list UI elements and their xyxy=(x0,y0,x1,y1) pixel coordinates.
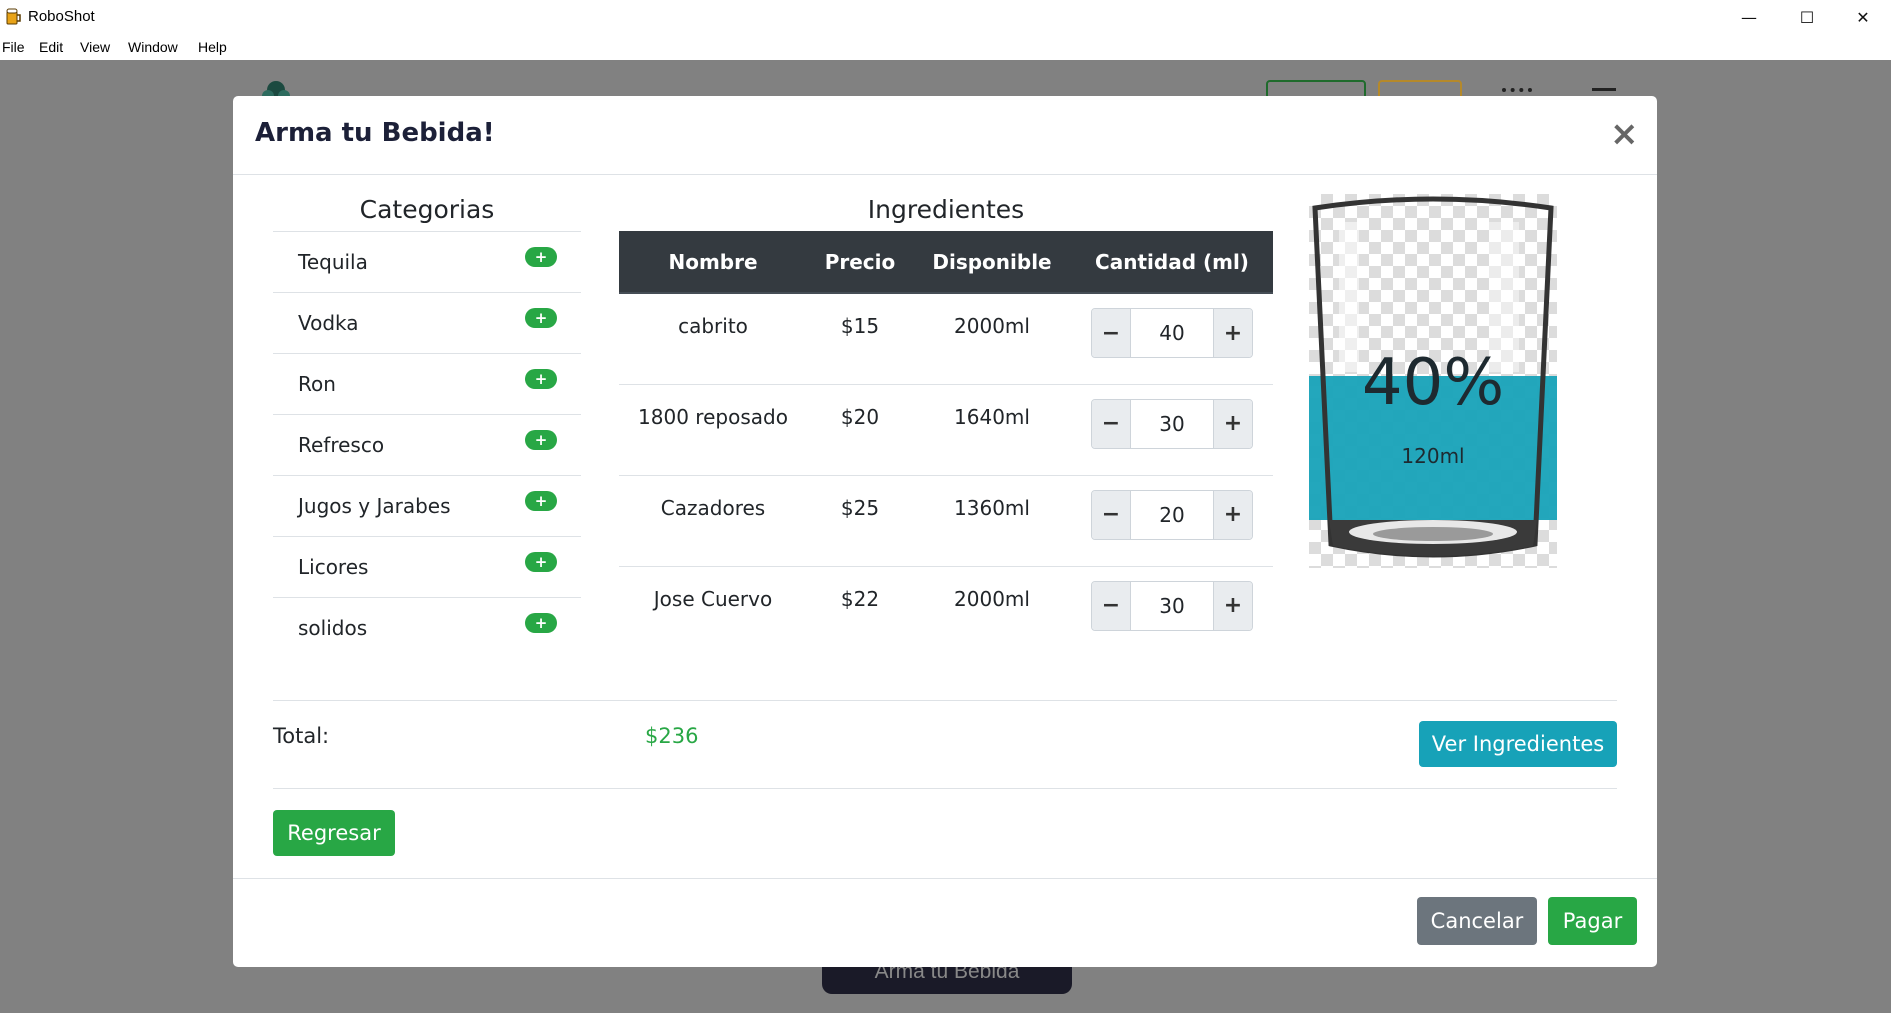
ingredient-name: cabrito xyxy=(619,293,807,385)
menu-view[interactable]: View xyxy=(80,39,110,55)
fill-percent-label: 40% xyxy=(1361,346,1505,420)
modal-header: Arma tu Bebida! × xyxy=(233,96,1657,175)
category-item-solidos[interactable]: solidos + xyxy=(273,598,581,659)
header-disponible: Disponible xyxy=(913,231,1071,294)
window-titlebar: RoboShot — ☐ ✕ xyxy=(0,0,1891,34)
menu-bar: File Edit View Window Help xyxy=(0,34,1891,60)
glass-fill-indicator: 40% 120ml xyxy=(1309,194,1557,568)
header-nombre: Nombre xyxy=(619,231,807,294)
category-item-vodka[interactable]: Vodka + xyxy=(273,293,581,354)
category-label: Tequila xyxy=(298,250,368,274)
minimize-button[interactable]: — xyxy=(1722,0,1776,34)
quantity-input[interactable]: 30 xyxy=(1130,581,1214,630)
add-category-button[interactable]: + xyxy=(525,552,557,572)
menu-file[interactable]: File xyxy=(2,39,25,55)
ingredient-name: Jose Cuervo xyxy=(653,586,773,611)
add-category-button[interactable]: + xyxy=(525,613,557,633)
ingredients-title: Ingredientes xyxy=(867,195,1025,224)
ingredient-price: $22 xyxy=(840,586,880,611)
quantity-stepper: − 20 + xyxy=(1091,489,1253,540)
category-item-jugos-y-jarabes[interactable]: Jugos y Jarabes + xyxy=(273,476,581,537)
ingredient-name: Cazadores xyxy=(619,475,807,567)
window-title: RoboShot xyxy=(28,8,95,25)
ingredient-qty-cell: − 40 + xyxy=(1071,293,1273,385)
ingredient-qty-cell: − 30 + xyxy=(1071,566,1273,657)
fill-volume-label: 120ml xyxy=(1401,444,1465,468)
add-category-button[interactable]: + xyxy=(525,430,557,450)
ingredient-available: 1360ml xyxy=(913,475,1071,567)
category-label: Vodka xyxy=(298,311,359,335)
pay-button[interactable]: Pagar xyxy=(1548,897,1637,945)
ingredients-panel: Ingredientes Nombre Precio Disponible Ca… xyxy=(619,193,1273,657)
ingredient-price: $25 xyxy=(807,475,913,567)
ingredients-table: Nombre Precio Disponible Cantidad (ml) c… xyxy=(619,231,1273,657)
ingredient-price: $20 xyxy=(807,384,913,476)
ingredient-qty-cell: − 30 + xyxy=(1071,384,1273,476)
header-cantidad: Cantidad (ml) xyxy=(1071,231,1273,294)
add-category-button[interactable]: + xyxy=(525,308,557,328)
category-label: Jugos y Jarabes xyxy=(298,494,451,518)
maximize-button[interactable]: ☐ xyxy=(1780,0,1834,34)
menu-edit[interactable]: Edit xyxy=(39,39,63,55)
modal-title: Arma tu Bebida! xyxy=(255,118,495,148)
quantity-stepper: − 30 + xyxy=(1091,580,1253,631)
beer-mug-icon xyxy=(6,8,21,25)
category-item-refresco[interactable]: Refresco + xyxy=(273,415,581,476)
ingredient-name: 1800 reposado xyxy=(619,384,807,476)
menu-window[interactable]: Window xyxy=(128,39,178,55)
add-category-button[interactable]: + xyxy=(525,491,557,511)
increment-button[interactable]: + xyxy=(1214,309,1252,357)
increment-button[interactable]: + xyxy=(1214,399,1252,448)
categories-title: Categorias xyxy=(359,195,495,224)
quantity-input[interactable]: 30 xyxy=(1130,399,1214,448)
drink-builder-modal: Arma tu Bebida! × Categorias Tequila + V… xyxy=(233,96,1657,967)
ingredient-price: $15 xyxy=(807,293,913,385)
quantity-stepper: − 30 + xyxy=(1091,398,1253,449)
increment-button[interactable]: + xyxy=(1214,490,1252,539)
ingredient-available: 2000ml xyxy=(954,586,1030,611)
decrement-button[interactable]: − xyxy=(1092,581,1130,630)
table-row: Jose Cuervo $22 2000ml − 30 + xyxy=(619,566,1273,657)
category-item-tequila[interactable]: Tequila + xyxy=(273,232,581,293)
ingredient-available: 2000ml xyxy=(913,293,1071,385)
close-icon[interactable]: × xyxy=(1610,114,1639,154)
total-value: $236 xyxy=(645,724,699,748)
table-row: 1800 reposado $20 1640ml − 30 + xyxy=(619,384,1273,476)
table-row: Cazadores $25 1360ml − 20 + xyxy=(619,475,1273,567)
quantity-stepper: − 40 + xyxy=(1091,308,1253,358)
divider xyxy=(273,788,1617,789)
ver-ingredientes-button[interactable]: Ver Ingredientes xyxy=(1419,721,1617,767)
total-label: Total: xyxy=(273,724,330,748)
table-header-row: Nombre Precio Disponible Cantidad (ml) xyxy=(619,231,1273,294)
decrement-button[interactable]: − xyxy=(1092,490,1130,539)
increment-button[interactable]: + xyxy=(1214,581,1252,630)
regresar-button[interactable]: Regresar xyxy=(273,810,395,856)
category-label: Ron xyxy=(298,372,336,396)
add-category-button[interactable]: + xyxy=(525,369,557,389)
table-row: cabrito $15 2000ml − 40 + xyxy=(619,293,1273,385)
quantity-input[interactable]: 20 xyxy=(1130,490,1214,539)
divider xyxy=(273,700,1617,701)
quantity-input[interactable]: 40 xyxy=(1130,309,1214,357)
categories-panel: Categorias Tequila + Vodka + Ron + Refre… xyxy=(273,193,581,659)
category-label: Refresco xyxy=(298,433,385,457)
ingredient-available: 1640ml xyxy=(913,384,1071,476)
add-category-button[interactable]: + xyxy=(525,247,557,267)
categories-list: Tequila + Vodka + Ron + Refresco + Jugos… xyxy=(273,231,581,659)
decrement-button[interactable]: − xyxy=(1092,309,1130,357)
decrement-button[interactable]: − xyxy=(1092,399,1130,448)
category-label: Licores xyxy=(298,555,369,579)
category-label: solidos xyxy=(298,616,368,640)
menu-help[interactable]: Help xyxy=(198,39,227,55)
category-item-ron[interactable]: Ron + xyxy=(273,354,581,415)
header-precio: Precio xyxy=(807,231,913,294)
cancel-button[interactable]: Cancelar xyxy=(1417,897,1537,945)
category-item-licores[interactable]: Licores + xyxy=(273,537,581,598)
close-window-button[interactable]: ✕ xyxy=(1836,0,1890,34)
ingredient-qty-cell: − 20 + xyxy=(1071,475,1273,567)
